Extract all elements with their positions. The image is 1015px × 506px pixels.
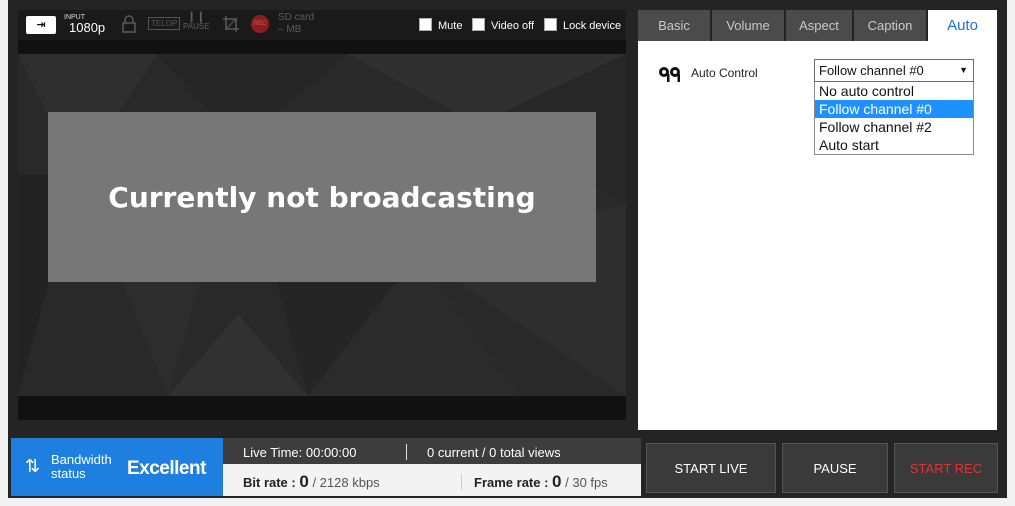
telop-icon[interactable]: TELOP xyxy=(148,17,181,30)
transfer-arrows-icon: ⇅ xyxy=(25,456,41,476)
auto-control-icon xyxy=(658,66,682,87)
tab-aspect[interactable]: Aspect xyxy=(786,10,852,41)
divider xyxy=(461,474,462,490)
bit-rate-value: 0 xyxy=(299,472,309,491)
app-window: ⇥ INPUT 1080p TELOP ❙❙ PAUSE REC SD card… xyxy=(8,0,1007,498)
tab-caption[interactable]: Caption xyxy=(854,10,926,41)
option-follow-channel-0[interactable]: Follow channel #0 xyxy=(815,100,973,118)
start-rec-button[interactable]: START REC xyxy=(894,443,998,493)
bandwidth-label: Bandwidth status xyxy=(51,453,112,481)
bit-rate-label: Bit rate : xyxy=(243,475,296,490)
auto-tab-content: Auto Control Follow channel #0 ▼ No auto… xyxy=(638,41,997,430)
bandwidth-label-line1: Bandwidth xyxy=(51,452,112,467)
lock-device-checkbox-box[interactable] xyxy=(544,18,557,31)
option-follow-channel-2[interactable]: Follow channel #2 xyxy=(815,118,973,136)
pause-bars-icon: ❙❙ xyxy=(187,11,206,23)
dropdown-arrow-icon: ▼ xyxy=(959,65,968,75)
mute-checkbox-box[interactable] xyxy=(419,18,432,31)
option-auto-start[interactable]: Auto start xyxy=(815,136,973,154)
sd-card-label: SD card xyxy=(278,12,315,23)
status-bar: ⇅ Bandwidth status Excellent Live Time: … xyxy=(8,438,1007,498)
crop-icon[interactable] xyxy=(222,15,240,33)
rate-stats: Bit rate : 0 / 2128 kbps Frame rate : 0 … xyxy=(223,464,641,496)
auto-control-select[interactable]: Follow channel #0 ▼ xyxy=(814,59,974,82)
frame-rate-value: 0 xyxy=(552,472,562,491)
live-time-label: Live Time: xyxy=(243,445,303,460)
lock-device-label: Lock device xyxy=(563,20,622,32)
tab-basic[interactable]: Basic xyxy=(638,10,710,41)
input-icon[interactable]: ⇥ xyxy=(26,16,56,34)
pause-button[interactable]: PAUSE xyxy=(782,443,888,493)
bit-rate: Bit rate : 0 / 2128 kbps xyxy=(243,472,380,492)
option-no-auto-control[interactable]: No auto control xyxy=(815,82,973,100)
live-time: Live Time: 00:00:00 xyxy=(243,445,356,460)
pause-icon[interactable]: ❙❙ PAUSE xyxy=(183,12,210,32)
frame-rate-unit: / 30 fps xyxy=(565,475,608,490)
frame-rate-label: Frame rate : xyxy=(474,475,549,490)
auto-control-options: No auto control Follow channel #0 Follow… xyxy=(814,82,974,155)
bandwidth-label-line2: status xyxy=(51,466,86,481)
rec-icon[interactable]: REC xyxy=(251,15,269,33)
video-off-checkbox[interactable]: Video off xyxy=(472,18,534,32)
bandwidth-status: ⇅ Bandwidth status Excellent xyxy=(11,438,223,496)
mute-checkbox[interactable]: Mute xyxy=(419,18,462,32)
pause-label: PAUSE xyxy=(183,22,210,31)
resolution-label: 1080p xyxy=(69,20,106,35)
lock-device-checkbox[interactable]: Lock device xyxy=(544,18,621,32)
live-stats: Live Time: 00:00:00 0 current / 0 total … xyxy=(223,438,641,464)
frame-rate: Frame rate : 0 / 30 fps xyxy=(474,472,608,492)
auto-control-selected-value: Follow channel #0 xyxy=(819,63,924,78)
view-count: 0 current / 0 total views xyxy=(427,445,561,460)
live-time-value: 00:00:00 xyxy=(305,445,357,460)
mute-label: Mute xyxy=(438,20,463,32)
settings-panel: Basic Volume Aspect Caption Auto Auto Co… xyxy=(638,10,997,430)
start-live-button[interactable]: START LIVE xyxy=(646,443,776,493)
not-broadcasting-notice: Currently not broadcasting xyxy=(48,112,596,282)
video-stage: Currently not broadcasting xyxy=(18,54,626,396)
preview-panel: ⇥ INPUT 1080p TELOP ❙❙ PAUSE REC SD card… xyxy=(18,10,626,420)
divider xyxy=(406,444,407,460)
sd-card-status: SD card – MB xyxy=(278,12,314,36)
auto-control-label: Auto Control xyxy=(691,66,758,80)
bit-rate-unit: / 2128 kbps xyxy=(312,475,380,490)
video-off-checkbox-box[interactable] xyxy=(472,18,485,31)
tab-auto[interactable]: Auto xyxy=(928,10,997,41)
bandwidth-value: Excellent xyxy=(127,458,206,479)
video-off-label: Video off xyxy=(491,20,535,32)
lock-icon[interactable] xyxy=(122,15,136,33)
sd-card-value: – MB xyxy=(278,24,302,35)
settings-tabs: Basic Volume Aspect Caption Auto xyxy=(638,10,997,41)
preview-toolbar: ⇥ INPUT 1080p TELOP ❙❙ PAUSE REC SD card… xyxy=(18,10,626,40)
tab-volume[interactable]: Volume xyxy=(712,10,784,41)
